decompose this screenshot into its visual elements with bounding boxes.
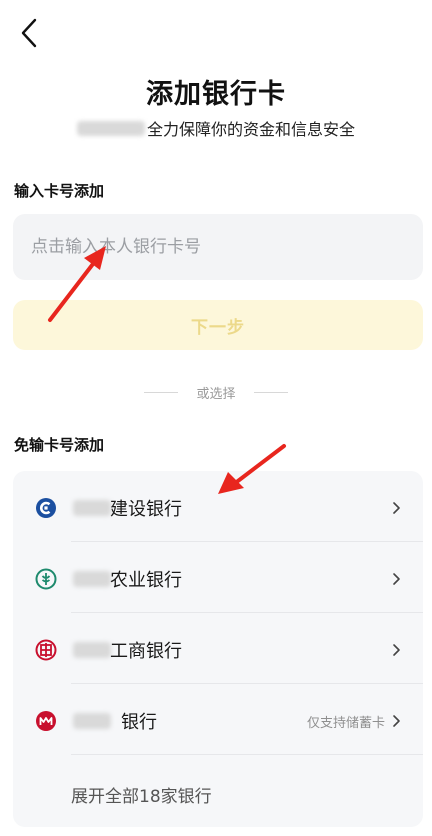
chevron-right-icon [393,573,400,585]
blurred-brand [76,120,145,136]
blurred-bank-prefix [73,713,111,729]
icbc-logo-icon [35,639,57,661]
security-subtitle: 全力保障你的资金和信息安全 [0,116,432,140]
card-number-input[interactable] [13,214,423,280]
cmb-logo-icon [35,710,57,732]
divider-line-left [144,392,179,393]
bank-name: 建设银行 [110,499,182,520]
card-number-section-title: 输入卡号添加 [14,182,105,200]
ccb-logo-icon [35,497,57,519]
or-divider-label: 或选择 [196,387,236,402]
divider-line-right [253,392,288,393]
chevron-left-icon [21,18,37,48]
next-step-button[interactable]: 下一步 [13,300,423,350]
row-divider [71,754,423,755]
chevron-right-icon [393,502,400,514]
blurred-bank-prefix [73,500,111,516]
bank-row-ccb[interactable]: 建设银行 [13,471,423,542]
or-divider: 或选择 [0,383,432,402]
bank-name: 工商银行 [110,641,182,662]
expand-all-banks-link[interactable]: 展开全部18家银行 [71,782,212,807]
debit-only-note: 仅支持储蓄卡 [306,716,385,731]
chevron-right-icon [393,715,400,727]
bank-list: 建设银行 农业银行 工商银行 银行 仅支持储蓄卡 展开全部18家银行 [13,471,423,827]
chevron-right-icon [393,644,400,656]
quick-add-section-title: 免输卡号添加 [14,436,105,454]
bank-row-cmb[interactable]: 银行 仅支持储蓄卡 [13,684,423,755]
page-title: 添加银行卡 [146,79,286,110]
bank-row-icbc[interactable]: 工商银行 [13,613,423,684]
subtitle-text: 全力保障你的资金和信息安全 [146,120,355,139]
blurred-bank-prefix [73,571,111,587]
bank-name: 农业银行 [110,570,182,591]
abc-logo-icon [35,568,57,590]
bank-name: 银行 [121,712,157,733]
back-button[interactable] [14,16,44,50]
bank-row-abc[interactable]: 农业银行 [13,542,423,613]
blurred-bank-prefix [73,642,111,658]
